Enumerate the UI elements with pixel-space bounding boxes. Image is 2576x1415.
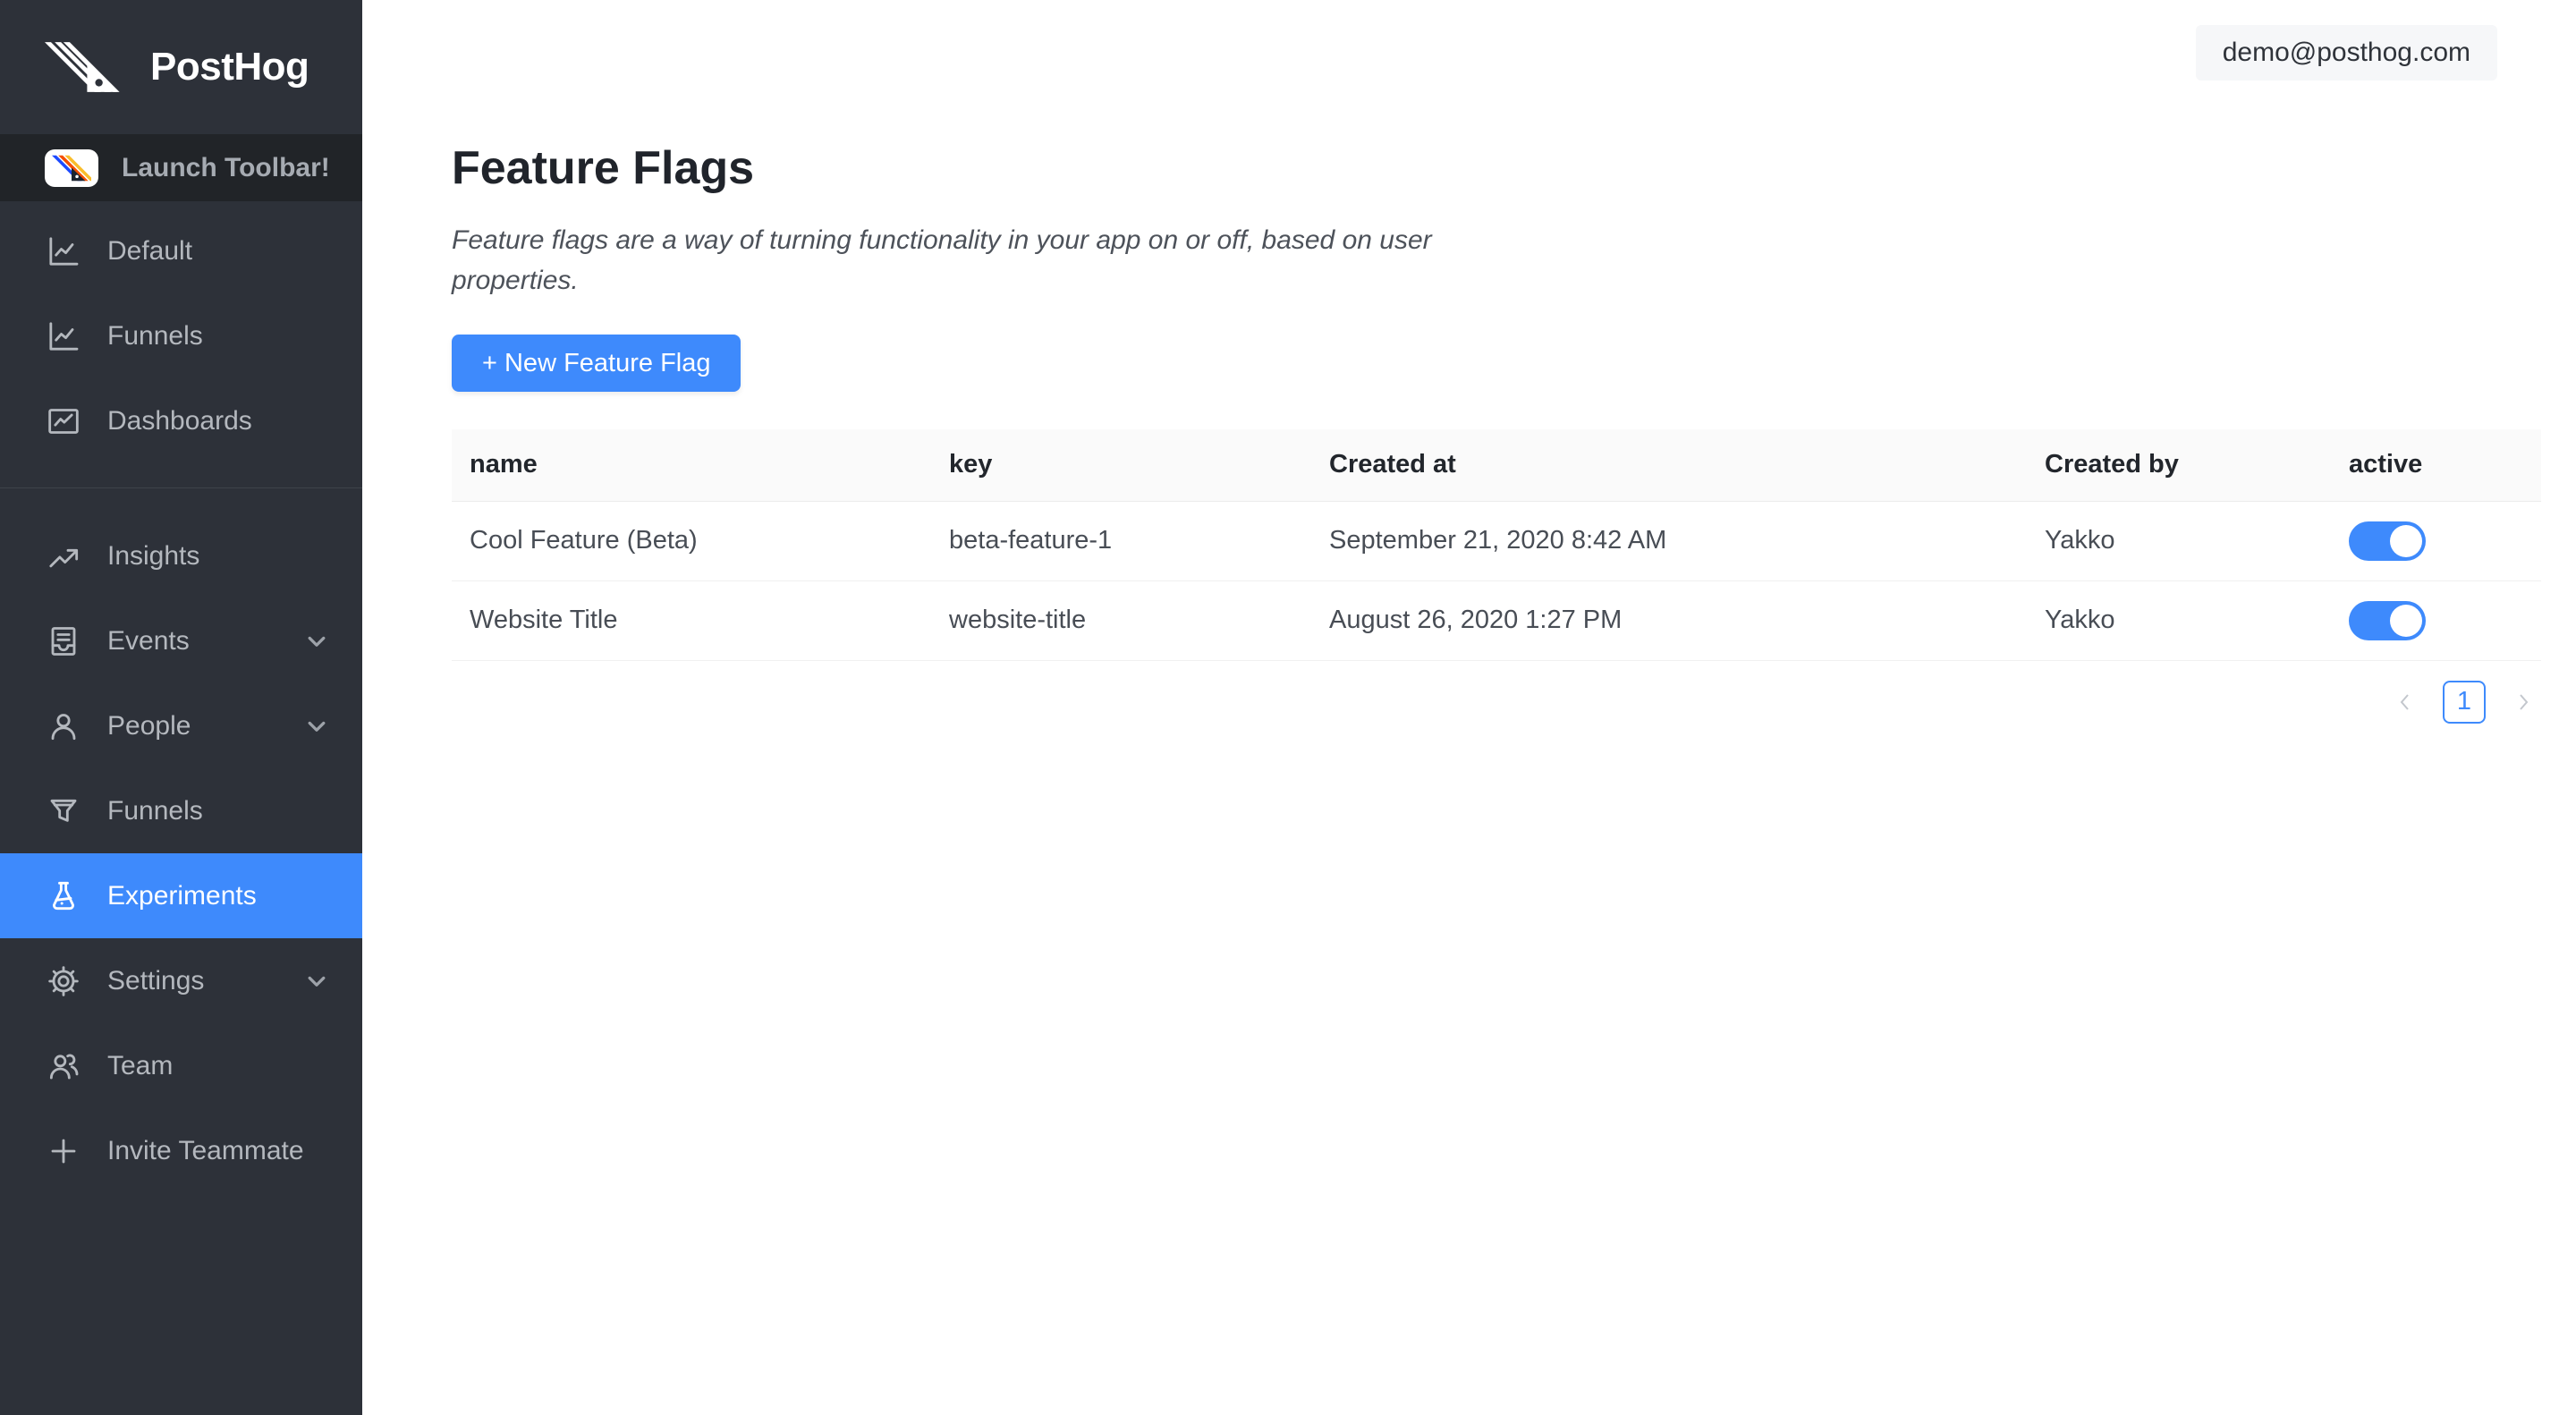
page-title: Feature Flags	[452, 141, 2541, 195]
active-toggle[interactable]	[2349, 601, 2426, 640]
sidebar-item-team[interactable]: Team	[0, 1023, 362, 1108]
sidebar-item-invite-teammate[interactable]: Invite Teammate	[0, 1108, 362, 1193]
sidebar-item-experiments[interactable]: Experiments	[0, 853, 362, 938]
cell-key: beta-feature-1	[931, 501, 1311, 580]
launch-toolbar-label: Launch Toolbar!	[122, 153, 330, 183]
sidebar-item-label: People	[107, 711, 191, 741]
sidebar-item-dashboards[interactable]: Dashboards	[0, 378, 362, 463]
toggle-knob	[2390, 605, 2422, 637]
user-icon	[45, 708, 82, 745]
feature-flags-table: name key Created at Created by active Co…	[452, 429, 2541, 661]
sidebar-item-label: Dashboards	[107, 406, 252, 436]
sidebar-item-funnels[interactable]: Funnels	[0, 293, 362, 378]
plus-icon	[45, 1132, 82, 1170]
pagination: 1	[452, 681, 2541, 724]
sidebar-item-label: Invite Teammate	[107, 1136, 304, 1166]
line-chart-icon	[45, 233, 82, 270]
column-header-key: key	[931, 429, 1311, 501]
toggle-knob	[2390, 525, 2422, 557]
sidebar-item-settings[interactable]: Settings	[0, 938, 362, 1023]
cell-name: Cool Feature (Beta)	[452, 501, 931, 580]
cell-active	[2331, 580, 2541, 660]
prev-page-icon[interactable]	[2387, 681, 2423, 724]
sidebar-item-label: Insights	[107, 541, 199, 572]
chevron-down-icon	[301, 966, 332, 996]
sidebar-item-events[interactable]: Events	[0, 598, 362, 683]
sidebar-item-label: Team	[107, 1051, 173, 1081]
gear-icon	[45, 962, 82, 1000]
brand-name: PostHog	[150, 45, 309, 89]
rise-icon	[45, 538, 82, 575]
fund-icon	[45, 402, 82, 440]
sidebar-item-label: Default	[107, 236, 192, 267]
page-content: Feature Flags Feature flags are a way of…	[362, 0, 2541, 724]
cell-created-by: Yakko	[2027, 501, 2331, 580]
sidebar-item-label: Settings	[107, 966, 204, 996]
main-area: demo@posthog.com Feature Flags Feature f…	[362, 0, 2576, 1415]
column-header-created-by: Created by	[2027, 429, 2331, 501]
line-chart-icon	[45, 318, 82, 355]
sidebar-item-label: Funnels	[107, 321, 203, 352]
chevron-down-icon	[301, 626, 332, 657]
funnel-icon	[45, 792, 82, 830]
cell-name: Website Title	[452, 580, 931, 660]
sidebar-item-funnels[interactable]: Funnels	[0, 768, 362, 853]
table-row: Cool Feature (Beta)beta-feature-1Septemb…	[452, 501, 2541, 580]
sidebar-item-label: Experiments	[107, 881, 257, 911]
column-header-active: active	[2331, 429, 2541, 501]
table-row: Website Titlewebsite-titleAugust 26, 202…	[452, 580, 2541, 660]
page-description: Feature flags are a way of turning funct…	[452, 220, 1436, 301]
cell-created-at: August 26, 2020 1:27 PM	[1311, 580, 2027, 660]
sidebar-item-label: Events	[107, 626, 190, 657]
page-1-button[interactable]: 1	[2443, 681, 2486, 724]
experiment-icon	[45, 877, 82, 915]
user-email-badge[interactable]: demo@posthog.com	[2196, 25, 2497, 80]
cell-created-by: Yakko	[2027, 580, 2331, 660]
sidebar-divider	[0, 487, 362, 488]
new-feature-flag-button[interactable]: + New Feature Flag	[452, 335, 741, 392]
posthog-hedgehog-icon	[45, 42, 127, 92]
sidebar-item-default[interactable]: Default	[0, 208, 362, 293]
posthog-logo[interactable]: PostHog	[0, 0, 362, 134]
sidebar-item-label: Funnels	[107, 796, 203, 826]
sidebar-item-people[interactable]: People	[0, 683, 362, 768]
table-header-row: name key Created at Created by active	[452, 429, 2541, 501]
active-toggle[interactable]	[2349, 521, 2426, 561]
sidebar: PostHog Launch Toolbar! Default Funnels Da…	[0, 0, 362, 1415]
container-icon	[45, 623, 82, 660]
cell-key: website-title	[931, 580, 1311, 660]
sidebar-nav: Default Funnels Dashboards Insights Events Pe…	[0, 201, 362, 1193]
team-icon	[45, 1047, 82, 1085]
next-page-icon[interactable]	[2505, 681, 2541, 724]
chevron-down-icon	[301, 711, 332, 741]
launch-toolbar-button[interactable]: Launch Toolbar!	[0, 134, 362, 201]
cell-active	[2331, 501, 2541, 580]
sidebar-item-insights[interactable]: Insights	[0, 513, 362, 598]
column-header-name: name	[452, 429, 931, 501]
app-window: PostHog Launch Toolbar! Default Funnels Da…	[0, 0, 2576, 1415]
column-header-created-at: Created at	[1311, 429, 2027, 501]
toolbar-hedgehog-icon	[45, 149, 98, 187]
cell-created-at: September 21, 2020 8:42 AM	[1311, 501, 2027, 580]
